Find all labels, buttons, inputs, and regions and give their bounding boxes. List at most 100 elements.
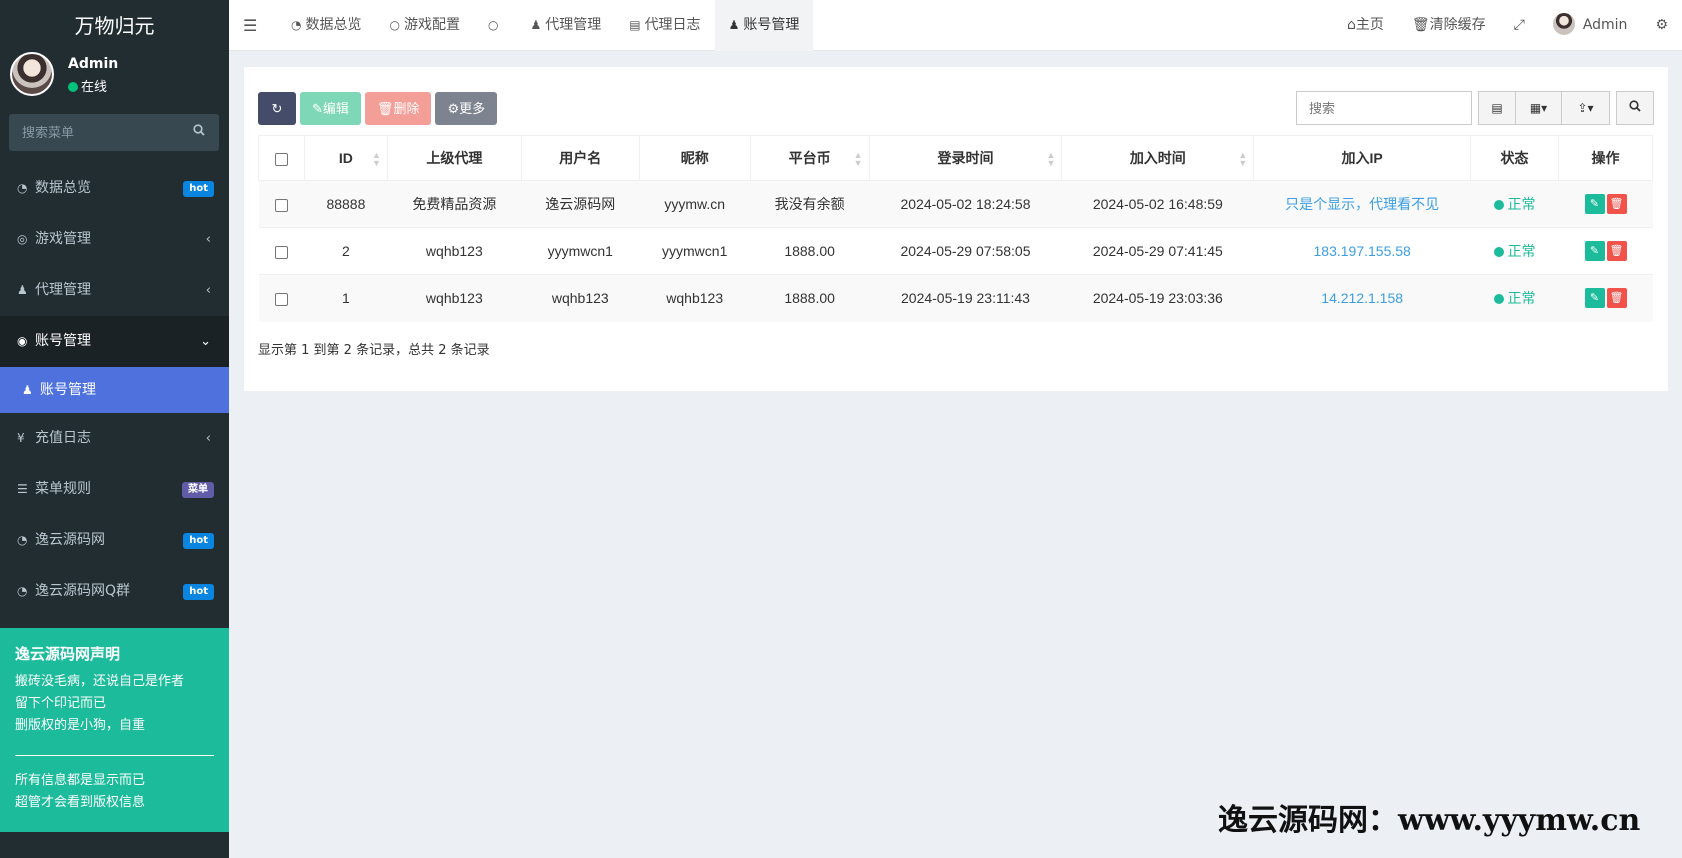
trash-icon: 🗑 <box>1411 17 1430 33</box>
circle-icon: ○ <box>389 18 400 32</box>
sort-icon[interactable]: ▲ ▼ <box>1238 151 1247 168</box>
notice-line: 搬砖没毛病，还说自己是作者 <box>15 674 185 689</box>
sidebar-menu: ◔ 数据总览 hot ◎ 游戏管理 ‹ ♟ 代理管理 ‹ ◉ 账号管理 ⌄ ♟ 账号管理 ¥ 充值日… <box>0 163 229 617</box>
edit-button[interactable]: ✎编辑 <box>300 92 361 125</box>
row-delete-button[interactable]: 🗑 <box>1606 241 1627 261</box>
columns-button[interactable]: ▦▾ <box>1516 91 1562 125</box>
user-name: Admin <box>68 56 119 72</box>
toggle-view-button[interactable]: ▤ <box>1478 91 1516 125</box>
sidebar-subitem-account-manage[interactable]: ♟ 账号管理 <box>0 367 229 413</box>
hamburger-menu-icon[interactable]: ☰ <box>243 16 257 35</box>
cell-join-ip[interactable]: 只是个显示，代理看不见 <box>1253 180 1471 228</box>
row-checkbox[interactable] <box>274 198 288 212</box>
users-icon: ♟ <box>17 283 28 297</box>
select-all-checkbox[interactable] <box>274 152 288 166</box>
settings-button[interactable]: ⚙ <box>1641 0 1682 51</box>
sidebar-item-yiyun-qq-group[interactable]: ◔ 逸云源码网Q群 hot <box>0 566 229 617</box>
column-header-label: 状态 <box>1500 150 1529 166</box>
avatar <box>1552 13 1575 35</box>
user-status: 在线 <box>68 76 107 95</box>
app-logo[interactable]: 万物归元 <box>0 0 229 52</box>
row-edit-button[interactable]: ✎ <box>1584 288 1605 309</box>
user-menu[interactable]: Admin <box>1539 0 1642 51</box>
cell-status: 正常 <box>1470 227 1559 275</box>
cell-platform-coin: 1888.00 <box>750 227 870 275</box>
row-delete-button[interactable]: 🗑 <box>1606 194 1627 214</box>
sidebar-item-recharge-log[interactable]: ¥ 充值日志 ‹ <box>0 413 229 464</box>
cell-nickname: yyymw.cn <box>639 180 751 228</box>
delete-label: 删除 <box>393 101 420 116</box>
search-button[interactable] <box>1616 91 1654 125</box>
sidebar-item-dashboard[interactable]: ◔ 数据总览 hot <box>0 163 229 214</box>
cell-username: yyymwcn1 <box>521 227 640 275</box>
row-checkbox[interactable] <box>274 245 288 259</box>
cell-id: 88888 <box>304 180 388 228</box>
menu-search-input[interactable] <box>9 114 179 151</box>
sidebar-item-account-manage[interactable]: ◉ 账号管理 ⌄ <box>0 316 229 367</box>
tab-account-manage[interactable]: ♟ 账号管理 <box>714 0 814 51</box>
status-dot-icon <box>1493 294 1504 305</box>
table-toolbar: ↻ ✎编辑 🗑删除 ⚙更多 <box>258 92 498 125</box>
notice-divider <box>15 755 214 756</box>
sidebar-item-label: 逸云源码网 <box>35 532 105 548</box>
tab-agent-manage[interactable]: ♟ 代理管理 <box>516 0 615 51</box>
sidebar-item-yiyun-site[interactable]: ◔ 逸云源码网 hot <box>0 515 229 566</box>
search-icon[interactable] <box>193 124 205 140</box>
grid-icon: ▦▾ <box>1529 101 1548 115</box>
column-header-id[interactable]: ID ▲ ▼ <box>303 135 388 181</box>
tab-label: 代理日志 <box>644 17 701 33</box>
tab-agent-log[interactable]: ▤ 代理日志 <box>615 0 714 51</box>
refresh-button[interactable]: ↻ <box>258 92 296 125</box>
column-header-label: 登录时间 <box>937 150 994 166</box>
sort-icon[interactable]: ▲ ▼ <box>854 151 863 168</box>
sidebar-item-game-manage[interactable]: ◎ 游戏管理 ‹ <box>0 214 229 265</box>
sidebar-item-label: 账号管理 <box>40 382 96 398</box>
cell-actions: ✎ 🗑 <box>1558 180 1653 228</box>
home-label: 主页 <box>1355 17 1384 33</box>
cell-join-ip[interactable]: 14.212.1.158 <box>1253 274 1471 322</box>
row-checkbox[interactable] <box>274 293 288 307</box>
tab-unnamed[interactable]: ○ <box>474 0 516 51</box>
user-icon: ♟ <box>728 18 740 32</box>
notice-title: 逸云源码网声明 <box>15 645 121 663</box>
sidebar-item-label: 数据总览 <box>35 180 91 196</box>
column-header-login-time[interactable]: 登录时间 ▲ ▼ <box>868 135 1063 181</box>
cell-parent-agent: wqhb123 <box>387 227 522 275</box>
sort-icon[interactable]: ▲ ▼ <box>372 151 381 168</box>
fullscreen-button[interactable]: ⤢ <box>1500 0 1539 51</box>
tab-label: 代理管理 <box>545 17 602 33</box>
column-header-platform-coin[interactable]: 平台币 ▲ ▼ <box>749 135 870 181</box>
copyright-notice: 逸云源码网声明 搬砖没毛病，还说自己是作者 留下个印记而已 删版权的是小狗，自重… <box>0 628 229 832</box>
tab-label: 账号管理 <box>743 17 800 33</box>
row-edit-button[interactable]: ✎ <box>1584 241 1605 261</box>
tab-label: 游戏配置 <box>403 17 460 33</box>
cell-actions: ✎ 🗑 <box>1558 227 1653 275</box>
sidebar-item-label: 逸云源码网Q群 <box>35 583 131 599</box>
column-header-join-time[interactable]: 加入时间 ▲ ▼ <box>1061 135 1255 181</box>
table-search-input[interactable] <box>1296 91 1472 125</box>
sidebar: 万物归元 Admin 在线 ◔ 数据总览 hot ◎ 游戏管理 ‹ ♟ 代理管理 ‹ ◉ 账号… <box>0 0 229 858</box>
tab-game-config[interactable]: ○ 游戏配置 <box>375 0 473 51</box>
column-header-join-ip: 加入IP <box>1253 135 1472 181</box>
row-edit-button[interactable]: ✎ <box>1584 194 1605 214</box>
delete-button[interactable]: 🗑删除 <box>364 92 432 125</box>
edit-label: 编辑 <box>322 101 349 116</box>
search-icon <box>1629 100 1641 115</box>
hot-badge: hot <box>183 584 214 600</box>
circle-icon: ○ <box>487 18 499 32</box>
sort-icon[interactable]: ▲ ▼ <box>1046 151 1055 168</box>
user-avatar <box>10 52 54 96</box>
tab-dashboard[interactable]: ◔ 数据总览 <box>277 0 375 51</box>
row-delete-button[interactable]: 🗑 <box>1606 288 1627 309</box>
cell-nickname: wqhb123 <box>639 274 751 322</box>
sidebar-item-agent-manage[interactable]: ♟ 代理管理 ‹ <box>0 265 229 316</box>
export-button[interactable]: ⇪▾ <box>1562 91 1610 125</box>
more-button[interactable]: ⚙更多 <box>435 92 498 125</box>
cell-nickname: yyymwcn1 <box>639 227 751 275</box>
sidebar-item-menu-rules[interactable]: ☰ 菜单规则 菜单 <box>0 464 229 515</box>
table-row: 88888 免费精品资源 逸云源码网 yyymw.cn 我没有余额 2024-0… <box>258 180 1653 228</box>
clear-cache-link[interactable]: 🗑清除缓存 <box>1398 0 1500 51</box>
cell-join-ip[interactable]: 183.197.155.58 <box>1253 227 1471 275</box>
home-link[interactable]: ⌂主页 <box>1333 0 1398 51</box>
column-header-label: 上级代理 <box>426 150 483 166</box>
